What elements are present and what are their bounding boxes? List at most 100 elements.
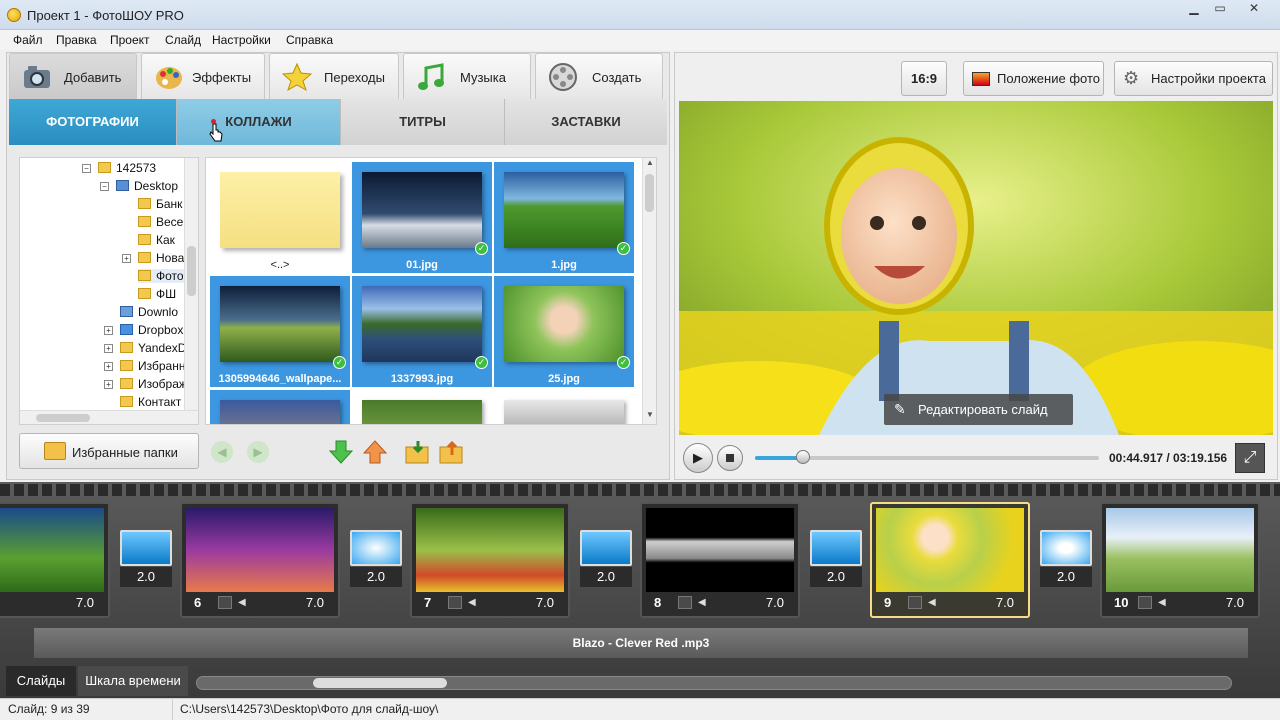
add-folder-icon[interactable] bbox=[405, 439, 431, 465]
sound-icon[interactable]: ◀ bbox=[928, 596, 940, 609]
sound-icon[interactable]: ◀ bbox=[468, 596, 480, 609]
tree-node[interactable]: Dropbox bbox=[120, 323, 183, 337]
subtab-photos[interactable]: ФОТОГРАФИИ bbox=[9, 99, 177, 145]
tree-node[interactable]: Контакт bbox=[120, 395, 181, 409]
subtab-collages[interactable]: КОЛЛАЖИ bbox=[177, 99, 341, 145]
slide-thumb[interactable]: 7.0 bbox=[0, 502, 110, 618]
menu-settings[interactable]: Настройки bbox=[212, 33, 271, 47]
slide-thumb[interactable]: 7 ◀ 7.0 bbox=[410, 502, 570, 618]
stop-button[interactable] bbox=[717, 445, 743, 471]
file-item[interactable]: ✓ 25.jpg bbox=[494, 276, 634, 387]
scroll-thumb[interactable] bbox=[645, 174, 654, 212]
edit-pencil-icon[interactable] bbox=[218, 596, 232, 609]
expand-icon[interactable]: + bbox=[104, 362, 113, 371]
tree-node[interactable]: Изображ bbox=[120, 377, 187, 391]
back-arrow-icon[interactable]: ◀ bbox=[211, 441, 233, 463]
edit-pencil-icon[interactable] bbox=[448, 596, 462, 609]
favorite-folders-button[interactable]: Избранные папки bbox=[19, 433, 199, 469]
scroll-up-icon[interactable]: ▲ bbox=[644, 158, 656, 170]
maximize-button[interactable]: ▭ bbox=[1206, 0, 1234, 18]
grid-vertical-scrollbar[interactable]: ▲ ▼ bbox=[642, 158, 656, 424]
sound-icon[interactable]: ◀ bbox=[698, 596, 710, 609]
transition-item[interactable]: 2.0 bbox=[350, 530, 402, 590]
edit-pencil-icon[interactable] bbox=[908, 596, 922, 609]
menu-file[interactable]: Файл bbox=[13, 33, 43, 47]
tree-node[interactable]: YandexD bbox=[120, 341, 186, 355]
project-settings-button[interactable]: ⚙ Настройки проекта bbox=[1114, 61, 1273, 96]
tree-node[interactable]: Нова bbox=[138, 251, 184, 265]
sound-icon[interactable]: ◀ bbox=[238, 596, 250, 609]
transition-item[interactable]: 2.0 bbox=[120, 530, 172, 590]
tree-node[interactable]: Desktop bbox=[116, 179, 178, 193]
forward-arrow-icon[interactable]: ▶ bbox=[247, 441, 269, 463]
photo-position-button[interactable]: Положение фото bbox=[963, 61, 1104, 96]
expand-icon[interactable]: + bbox=[104, 344, 113, 353]
menu-slide[interactable]: Слайд bbox=[165, 33, 201, 47]
tab-timeline[interactable]: Шкала времени bbox=[78, 666, 188, 696]
tab-add[interactable]: Добавить bbox=[9, 53, 137, 99]
add-all-folder-icon[interactable] bbox=[439, 439, 465, 465]
expand-icon[interactable]: + bbox=[122, 254, 131, 263]
slide-thumb[interactable]: 6 ◀ 7.0 bbox=[180, 502, 340, 618]
expand-icon[interactable]: + bbox=[104, 326, 113, 335]
transition-item[interactable]: 2.0 bbox=[1040, 530, 1092, 590]
add-down-arrow-icon[interactable] bbox=[329, 439, 353, 465]
collapse-icon[interactable]: − bbox=[100, 182, 109, 191]
menu-edit[interactable]: Правка bbox=[56, 33, 97, 47]
scroll-down-icon[interactable]: ▼ bbox=[644, 410, 656, 422]
tab-slides[interactable]: Слайды bbox=[6, 666, 76, 696]
aspect-ratio-button[interactable]: 16:9 bbox=[901, 61, 947, 96]
file-grid[interactable]: <..> ✓ 01.jpg ✓ 1.jpg ✓ 1305994646_wallp… bbox=[205, 157, 657, 425]
tree-node[interactable]: Избранн bbox=[120, 359, 185, 373]
tree-node[interactable]: Весе bbox=[138, 215, 183, 229]
expand-icon[interactable]: + bbox=[104, 380, 113, 389]
tree-horizontal-scrollbar[interactable] bbox=[20, 410, 198, 424]
tree-node-selected[interactable]: Фото bbox=[138, 269, 184, 283]
tree-node[interactable]: Как bbox=[138, 233, 175, 247]
filmstrip-scrollbar[interactable] bbox=[196, 676, 1232, 690]
collapse-icon[interactable]: − bbox=[82, 164, 91, 173]
tab-create[interactable]: Создать bbox=[535, 53, 663, 99]
tree-vertical-scrollbar[interactable] bbox=[184, 158, 198, 410]
edit-pencil-icon[interactable] bbox=[1138, 596, 1152, 609]
tree-node[interactable]: ФШ bbox=[138, 287, 176, 301]
file-item[interactable]: ✓ 1337993.jpg bbox=[352, 276, 492, 387]
tree-node[interactable]: 142573 bbox=[98, 161, 156, 175]
tab-effects[interactable]: Эффекты bbox=[141, 53, 265, 99]
audio-track[interactable]: Blazo - Clever Red .mp3 bbox=[34, 628, 1248, 658]
edit-slide-button[interactable]: ✎ Редактировать слайд bbox=[884, 394, 1073, 425]
edit-pencil-icon[interactable] bbox=[678, 596, 692, 609]
file-item[interactable] bbox=[352, 390, 492, 424]
file-item[interactable] bbox=[494, 390, 634, 424]
scroll-thumb[interactable] bbox=[313, 678, 447, 688]
minimize-button[interactable]: ▁ bbox=[1180, 0, 1208, 18]
tree-node[interactable]: Downlo bbox=[120, 305, 178, 319]
subtab-titles[interactable]: ТИТРЫ bbox=[341, 99, 505, 145]
transition-item[interactable]: 2.0 bbox=[810, 530, 862, 590]
file-item[interactable] bbox=[210, 390, 350, 424]
file-item[interactable]: ✓ 1.jpg bbox=[494, 162, 634, 273]
slide-thumb[interactable]: 8 ◀ 7.0 bbox=[640, 502, 800, 618]
file-item[interactable]: ✓ 01.jpg bbox=[352, 162, 492, 273]
file-item-up[interactable]: <..> bbox=[210, 162, 350, 273]
slide-thumb[interactable]: 10 ◀ 7.0 bbox=[1100, 502, 1260, 618]
menu-project[interactable]: Проект bbox=[110, 33, 150, 47]
tab-music[interactable]: Музыка bbox=[403, 53, 531, 99]
folder-tree[interactable]: − 142573 − Desktop Банк Весе Как + Нова … bbox=[19, 157, 199, 425]
scroll-thumb[interactable] bbox=[187, 246, 196, 296]
play-button[interactable]: ▶ bbox=[683, 443, 713, 473]
sound-icon[interactable]: ◀ bbox=[1158, 596, 1170, 609]
fullscreen-button[interactable]: ⤢ bbox=[1235, 443, 1265, 473]
up-arrow-icon[interactable] bbox=[363, 439, 387, 465]
close-button[interactable]: ✕ bbox=[1234, 0, 1274, 18]
slide-thumb-current[interactable]: 9 ◀ 7.0 bbox=[870, 502, 1030, 618]
seek-handle[interactable] bbox=[796, 450, 811, 464]
subtab-intros[interactable]: ЗАСТАВКИ bbox=[505, 99, 667, 145]
tree-node[interactable]: Банк bbox=[138, 197, 182, 211]
file-item[interactable]: ✓ 1305994646_wallpape... bbox=[210, 276, 350, 387]
tab-transitions[interactable]: Переходы bbox=[269, 53, 399, 99]
scroll-thumb[interactable] bbox=[36, 414, 90, 422]
menu-help[interactable]: Справка bbox=[286, 33, 333, 47]
transition-item[interactable]: 2.0 bbox=[580, 530, 632, 590]
seek-bar[interactable] bbox=[755, 450, 1099, 464]
